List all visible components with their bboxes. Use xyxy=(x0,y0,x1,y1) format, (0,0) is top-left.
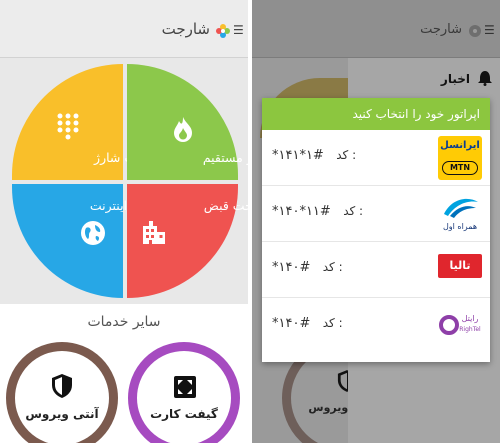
operator-select-screen: شارجت ☰ آنتی ویروس اخبار اپراتور خود را … xyxy=(252,0,500,443)
rightel-logo: رایتل RighTel xyxy=(438,304,482,348)
app-logo-icon xyxy=(469,25,481,37)
antivirus-label: آنتی ویروس xyxy=(25,407,99,421)
bill-payment-label: پرداخت قبض xyxy=(203,198,248,213)
gift-card-label: گیفت کارت xyxy=(150,407,218,421)
other-services-title: سایر خدمات xyxy=(87,314,161,330)
rightel-ring-icon xyxy=(439,315,459,335)
mci-logo: همراه اول xyxy=(438,192,482,236)
internet-package-tile[interactable]: بسته اینترنت xyxy=(12,184,156,298)
dialog-title: اپراتور خود را انتخاب کنید xyxy=(262,98,490,130)
menu-icon[interactable]: ☰ xyxy=(233,24,245,36)
app-title-dimmed: شارجت xyxy=(420,22,462,37)
antivirus-button[interactable]: آنتی ویروس xyxy=(6,342,118,443)
operator-code: *۱۴۰# کد : xyxy=(272,260,343,275)
operator-code: *۱۴۰*۱۱# کد : xyxy=(272,204,364,219)
app-bar: شارجت ☰ xyxy=(0,0,248,58)
building-icon xyxy=(143,221,165,244)
operator-row-rightel[interactable]: *۱۴۰# کد : رایتل RighTel xyxy=(262,298,490,354)
taliya-logo: تالیا xyxy=(438,254,482,278)
news-item[interactable]: اخبار xyxy=(441,72,470,86)
gift-card-icon xyxy=(174,376,196,398)
keypad-icon xyxy=(57,113,79,140)
gift-card-button[interactable]: گیفت کارت xyxy=(128,342,240,443)
operator-row-taliya[interactable]: *۱۴۰# کد : تالیا xyxy=(262,242,490,298)
operator-row-irancell[interactable]: *۱۴۱*۱# کد : ایرانسل MTN xyxy=(262,130,490,186)
shield-icon xyxy=(52,374,72,398)
irancell-logo: ایرانسل MTN xyxy=(438,136,482,180)
app-title: شارجت xyxy=(161,20,210,38)
globe-icon xyxy=(81,221,105,245)
direct-charge-label: شارژ مستقیم xyxy=(202,150,248,165)
charge-card-tile[interactable]: کارت شارژ xyxy=(12,64,152,180)
operator-row-mci[interactable]: *۱۴۰*۱۱# کد : همراه اول xyxy=(262,186,490,242)
mci-swoosh-icon xyxy=(444,198,478,218)
other-services-section: سایر خدمات آنتی ویروس گیفت کارت xyxy=(0,304,248,443)
app-logo-icon xyxy=(216,24,230,38)
menu-icon[interactable]: ☰ xyxy=(484,24,496,36)
main-screen: شارجت ☰ کارت شارژ شارژ مستقیم بسته اینتر… xyxy=(0,0,248,443)
app-bar-dimmed: شارجت ☰ xyxy=(252,0,500,58)
flame-icon xyxy=(174,117,192,142)
operator-dialog: اپراتور خود را انتخاب کنید *۱۴۱*۱# کد : … xyxy=(262,98,490,362)
bill-payment-tile[interactable]: پرداخت قبض xyxy=(127,184,248,298)
operator-code: *۱۴۰# کد : xyxy=(272,316,343,331)
bell-icon xyxy=(478,71,492,86)
direct-charge-tile[interactable]: شارژ مستقیم xyxy=(127,64,248,180)
operator-code: *۱۴۱*۱# کد : xyxy=(272,148,357,163)
